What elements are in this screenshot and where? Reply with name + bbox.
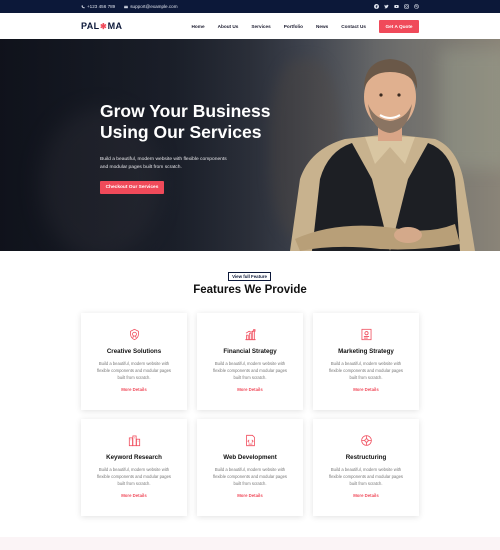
- facebook-icon[interactable]: [374, 4, 379, 9]
- top-bar: +123 456 789 support@example.com: [0, 0, 500, 13]
- feature-card-keyword-research: Keyword Research Build a beautiful, mode…: [81, 419, 187, 516]
- hero-subtitle: Build a beautiful, modern website with f…: [100, 157, 227, 171]
- card-description: Build a beautiful, modern website with f…: [328, 361, 404, 381]
- more-details-link[interactable]: More Details: [81, 493, 187, 498]
- card-description: Build a beautiful, modern website with f…: [212, 361, 288, 381]
- email-address: support@example.com: [130, 4, 178, 9]
- hero-section: Grow Your Business Using Our Services Bu…: [0, 39, 500, 251]
- view-full-feature-badge[interactable]: View full Feature: [228, 272, 271, 281]
- card-description: Build a beautiful, modern website with f…: [212, 467, 288, 487]
- phone-icon: [81, 4, 85, 8]
- card-title: Restructuring: [345, 454, 387, 461]
- logo-text-right: MA: [107, 21, 123, 31]
- bar-chart-icon: [245, 329, 256, 341]
- feature-card-restructuring: Restructuring Build a beautiful, modern …: [313, 419, 419, 516]
- card-title: Keyword Research: [106, 454, 162, 461]
- youtube-icon[interactable]: [394, 4, 399, 9]
- more-details-link[interactable]: More Details: [81, 387, 187, 392]
- card-description: Build a beautiful, modern website with f…: [96, 361, 172, 381]
- more-details-link[interactable]: More Details: [313, 493, 419, 498]
- nav-item-home[interactable]: Home: [192, 24, 205, 29]
- social-links: [374, 4, 419, 9]
- feature-card-marketing-strategy: Marketing Strategy Build a beautiful, mo…: [313, 313, 419, 410]
- phone-contact[interactable]: +123 456 789: [81, 4, 115, 9]
- logo-text-left: PAL: [81, 21, 100, 31]
- card-description: Build a beautiful, modern website with f…: [96, 467, 172, 487]
- nav-item-about-us[interactable]: About Us: [218, 24, 239, 29]
- card-title: Financial Strategy: [223, 348, 277, 355]
- restructure-icon: [361, 435, 372, 446]
- phone-number: +123 456 789: [87, 4, 116, 9]
- strategy-document-icon: [361, 328, 372, 341]
- checkout-services-button[interactable]: Checkout Our Services: [100, 181, 164, 194]
- more-details-link[interactable]: More Details: [197, 493, 303, 498]
- logo-star-icon: ✱: [100, 21, 108, 31]
- section-title: Features We Provide: [193, 284, 307, 296]
- award-icon: [130, 328, 139, 341]
- dribbble-icon[interactable]: [414, 4, 419, 9]
- hero-businessman-image: [290, 59, 475, 251]
- nav-item-services[interactable]: Services: [251, 24, 270, 29]
- feature-card-financial-strategy: Financial Strategy Build a beautiful, mo…: [197, 313, 303, 410]
- nav-item-portfolio[interactable]: Portfolio: [284, 24, 303, 29]
- card-title: Creative Solutions: [106, 348, 162, 355]
- code-document-icon: [246, 434, 255, 447]
- hero-title: Grow Your Business Using Our Services: [100, 101, 271, 143]
- email-contact[interactable]: support@example.com: [124, 4, 178, 9]
- more-details-link[interactable]: More Details: [313, 387, 419, 392]
- card-description: Build a beautiful, modern website with f…: [328, 467, 404, 487]
- card-title: Marketing Strategy: [338, 348, 394, 355]
- more-details-link[interactable]: More Details: [197, 387, 303, 392]
- keyword-icon: [128, 435, 141, 447]
- card-title: Web Development: [223, 454, 277, 461]
- logo[interactable]: PAL ✱ MA: [81, 21, 122, 31]
- feature-card-web-development: Web Development Build a beautiful, moder…: [197, 419, 303, 516]
- nav-item-news[interactable]: News: [316, 24, 328, 29]
- instagram-icon[interactable]: [404, 4, 409, 9]
- main-navigation: PAL ✱ MA Home About Us Services Portfolio …: [0, 13, 500, 39]
- twitter-icon[interactable]: [384, 4, 389, 9]
- nav-menu: Home About Us Services Portfolio News Co…: [179, 19, 419, 33]
- feature-card-creative-solutions: Creative Solutions Build a beautiful, mo…: [81, 313, 187, 410]
- mail-icon: [124, 5, 129, 8]
- nav-item-contact-us[interactable]: Contact Us: [341, 24, 366, 29]
- next-section-band: [0, 537, 500, 550]
- get-a-quote-button[interactable]: Get A Quote: [379, 19, 419, 33]
